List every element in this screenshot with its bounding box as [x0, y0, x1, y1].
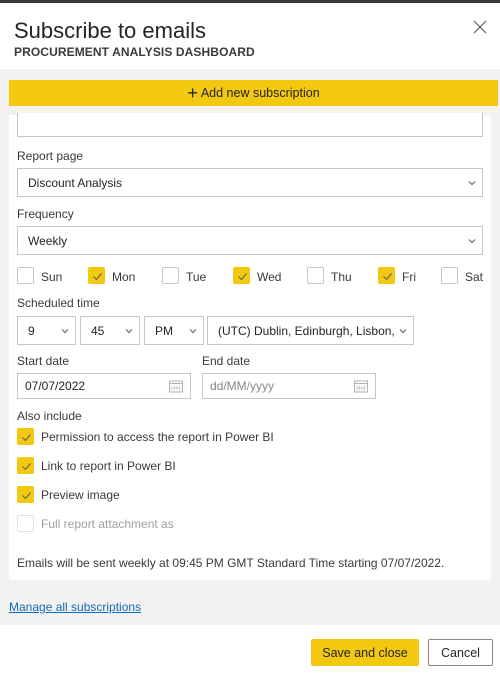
manage-subscriptions-link[interactable]: Manage all subscriptions [9, 600, 141, 614]
report-page-label: Report page [17, 149, 84, 163]
checkbox-tue[interactable] [162, 267, 179, 284]
checkmark-icon [383, 273, 392, 281]
calendar-icon[interactable] [169, 380, 183, 393]
also-include-label: Also include [17, 409, 82, 423]
schedule-summary: Emails will be sent weekly at 09:45 PM G… [17, 556, 445, 570]
dialog-footer: Save and close Cancel [0, 625, 500, 679]
add-new-subscription-button[interactable]: + Add new subscription [9, 80, 498, 106]
include-checkbox-2[interactable] [17, 457, 34, 474]
timezone-value: (UTC) Dublin, Edinburgh, Lisbon, L [218, 323, 398, 338]
ampm-select[interactable]: PM [144, 316, 204, 345]
hour-value: 9 [28, 323, 35, 338]
start-date-label: Start date [17, 354, 70, 368]
frequency-value: Weekly [28, 233, 68, 248]
end-date-placeholder: dd/MM/yyyy [210, 379, 275, 393]
checkmark-icon [238, 273, 247, 281]
save-and-close-button[interactable]: Save and close [311, 639, 419, 666]
end-date-label: End date [202, 354, 251, 368]
checkbox-sun[interactable] [17, 267, 34, 284]
dashboard-name: PROCUREMENT ANALYSIS DASHBOARD [14, 45, 255, 59]
checkbox-wed[interactable] [233, 267, 250, 284]
calendar-icon[interactable] [354, 380, 368, 393]
start-date-value: 07/07/2022 [25, 379, 86, 393]
start-date-input[interactable]: 07/07/2022 [17, 373, 191, 399]
frequency-select[interactable]: Weekly [17, 226, 483, 255]
frequency-label: Frequency [17, 207, 74, 221]
include-option-label: Link to report in Power BI [41, 459, 176, 473]
day-label-thu: Thu [331, 270, 352, 284]
chevron-down-icon [468, 180, 476, 185]
scheduled-time-label: Scheduled time [17, 296, 100, 310]
end-date-input[interactable]: dd/MM/yyyy [202, 373, 376, 399]
checkmark-icon [93, 273, 102, 281]
checkmark-icon [22, 492, 31, 500]
chevron-down-icon [125, 328, 133, 333]
checkbox-mon[interactable] [88, 267, 105, 284]
include-option-label: Permission to access the report in Power… [41, 430, 274, 444]
close-button[interactable] [472, 19, 488, 35]
minute-select[interactable]: 45 [80, 316, 140, 345]
day-label-mon: Mon [112, 270, 136, 284]
day-label-tue: Tue [186, 270, 207, 284]
day-label-sun: Sun [41, 270, 63, 284]
include-option-label: Full report attachment as [41, 517, 174, 531]
chevron-down-icon [189, 328, 197, 333]
add-new-subscription-label: Add new subscription [200, 86, 320, 100]
close-icon [473, 20, 487, 34]
include-checkbox-3[interactable] [17, 486, 34, 503]
chevron-down-icon [61, 328, 69, 333]
day-label-fri: Fri [402, 270, 416, 284]
plus-icon: + [187, 83, 198, 103]
checkbox-sat[interactable] [441, 267, 458, 284]
dialog-header: Subscribe to emails PROCUREMENT ANALYSIS… [0, 3, 500, 69]
hour-select[interactable]: 9 [17, 316, 76, 345]
subscription-card: Report page Discount Analysis Frequency … [9, 113, 491, 580]
report-page-select[interactable]: Discount Analysis [17, 168, 483, 197]
include-checkbox-1[interactable] [17, 428, 34, 445]
timezone-select[interactable]: (UTC) Dublin, Edinburgh, Lisbon, L [207, 316, 414, 345]
subject-input[interactable] [17, 113, 483, 137]
chevron-down-icon [399, 328, 407, 333]
day-label-sat: Sat [465, 270, 484, 284]
checkmark-icon [22, 463, 31, 471]
day-label-wed: Wed [257, 270, 282, 284]
minute-value: 45 [91, 323, 105, 338]
checkbox-fri[interactable] [378, 267, 395, 284]
ampm-value: PM [155, 323, 173, 338]
chevron-down-icon [468, 238, 476, 243]
dialog-title: Subscribe to emails [14, 18, 206, 43]
checkbox-thu[interactable] [307, 267, 324, 284]
cancel-button[interactable]: Cancel [428, 639, 493, 666]
report-page-value: Discount Analysis [28, 175, 123, 190]
include-checkbox-4 [17, 515, 34, 532]
checkmark-icon [22, 434, 31, 442]
dialog-body: + Add new subscription Report page Disco… [0, 69, 500, 625]
include-option-label: Preview image [41, 488, 120, 502]
